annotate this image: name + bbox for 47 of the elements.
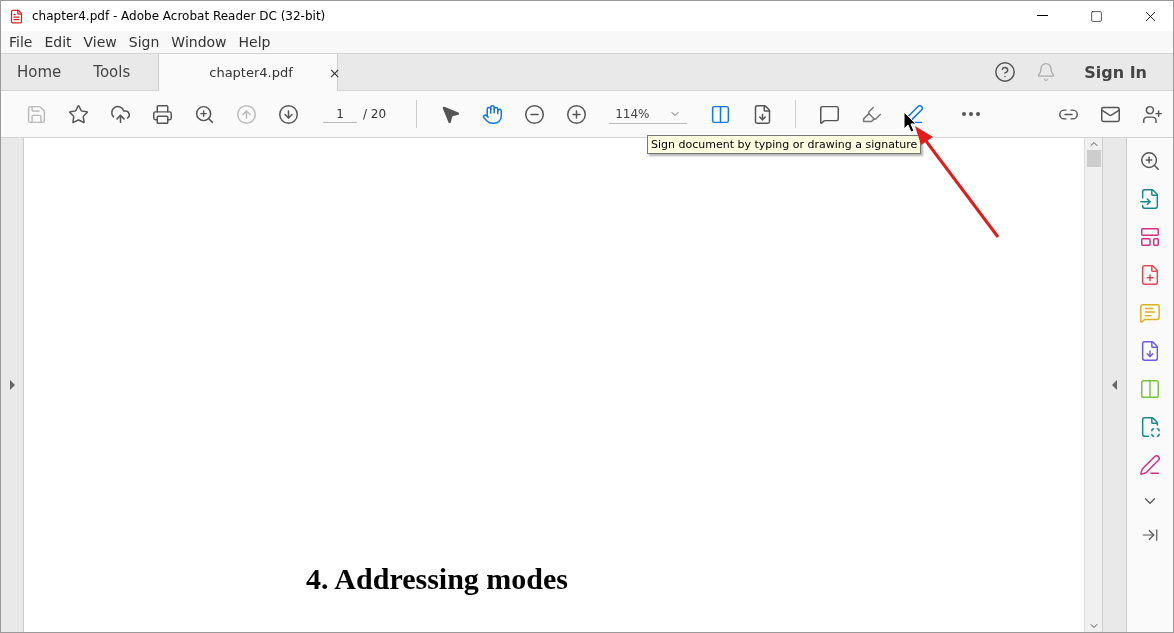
menu-item[interactable]: Window — [165, 34, 233, 50]
arrow-down-circle-icon — [277, 103, 299, 125]
collapse-arrow-icon[interactable] — [1112, 380, 1117, 390]
exit-panel-icon[interactable] — [1141, 526, 1159, 544]
tooltip: Sign document by typing or drawing a signature — [647, 135, 922, 154]
fill-sign-icon[interactable] — [1139, 454, 1161, 476]
arrow-up-circle-icon — [235, 103, 257, 125]
page-number-field[interactable]: 1 — [323, 105, 357, 123]
document-tab-label: chapter4.pdf — [209, 65, 293, 80]
export-pdf-icon[interactable] — [1139, 188, 1161, 210]
sign-in-button[interactable]: Sign In — [1066, 54, 1173, 90]
star-icon — [67, 103, 89, 125]
user-plus-icon — [1141, 103, 1163, 125]
pdf-file-icon — [9, 8, 24, 24]
nav-tab[interactable]: Tools — [77, 54, 147, 90]
maximize-icon — [1089, 9, 1103, 23]
document-heading: 4. Addressing modes — [306, 562, 569, 596]
search-icon — [193, 103, 215, 125]
help-icon[interactable] — [994, 61, 1017, 83]
menu-item[interactable]: Help — [232, 34, 277, 50]
menu-item[interactable]: Edit — [38, 34, 78, 50]
menu-item[interactable]: View — [77, 34, 123, 50]
scrollbar[interactable] — [1084, 138, 1102, 632]
zoom-dropdown[interactable]: 114% — [609, 104, 688, 124]
more-icon — [962, 112, 981, 116]
tab-close-button[interactable]: × — [328, 64, 341, 81]
combine-icon[interactable] — [1139, 340, 1161, 362]
mouse-cursor-icon — [903, 111, 917, 133]
scroll-thumb[interactable] — [1086, 150, 1101, 167]
menu-item[interactable]: File — [3, 34, 39, 50]
hand-icon — [481, 103, 503, 125]
columns-icon — [709, 103, 731, 125]
expand-arrow-icon[interactable] — [9, 380, 15, 390]
window-title: chapter4.pdf - Adobe Acrobat Reader DC (32-bit) — [32, 9, 327, 23]
minimize-icon — [1036, 15, 1048, 17]
nav-tab[interactable]: Home — [1, 54, 78, 90]
printer-icon — [151, 103, 173, 125]
document-tab[interactable]: chapter4.pdf × — [158, 54, 339, 91]
zoom-icon[interactable] — [1139, 150, 1161, 172]
minus-circle-icon — [523, 103, 545, 125]
cloud-upload-icon — [109, 103, 131, 125]
layout-icon[interactable] — [1139, 226, 1161, 248]
create-pdf-icon[interactable] — [1139, 264, 1161, 286]
plus-circle-icon — [565, 103, 587, 125]
page-total: / 20 — [363, 107, 387, 121]
speech-bubble-icon — [818, 103, 840, 125]
menu-item[interactable]: Sign — [122, 34, 166, 50]
